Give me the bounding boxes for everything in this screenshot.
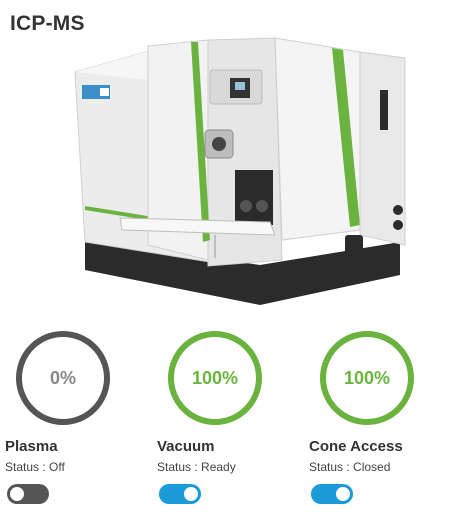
cone-access-name: Cone Access: [309, 438, 403, 455]
plasma-status: Status : Off: [5, 460, 65, 474]
plasma-panel: 0% Plasma Status : Off: [5, 327, 145, 514]
toggle-knob: [184, 487, 198, 501]
vacuum-panel: 100% Vacuum Status : Ready: [157, 327, 297, 514]
plasma-gauge: 0%: [15, 330, 111, 426]
vacuum-status: Status : Ready: [157, 460, 236, 474]
toggle-knob: [10, 487, 24, 501]
vacuum-gauge: 100%: [167, 330, 263, 426]
vacuum-name: Vacuum: [157, 438, 215, 455]
vacuum-toggle[interactable]: [159, 484, 201, 504]
cone-access-percent-label: 100%: [343, 368, 391, 388]
cone-access-panel: 100% Cone Access Status : Closed: [309, 327, 449, 514]
icp-ms-instrument-image: [74, 37, 406, 305]
cone-access-status: Status : Closed: [309, 460, 391, 474]
plasma-toggle[interactable]: [7, 484, 49, 504]
plasma-percent-label: 0%: [49, 368, 76, 388]
cone-access-toggle[interactable]: [311, 484, 353, 504]
vacuum-percent-label: 100%: [191, 368, 239, 388]
cone-access-gauge: 100%: [319, 330, 415, 426]
toggle-knob: [336, 487, 350, 501]
plasma-name: Plasma: [5, 438, 58, 455]
